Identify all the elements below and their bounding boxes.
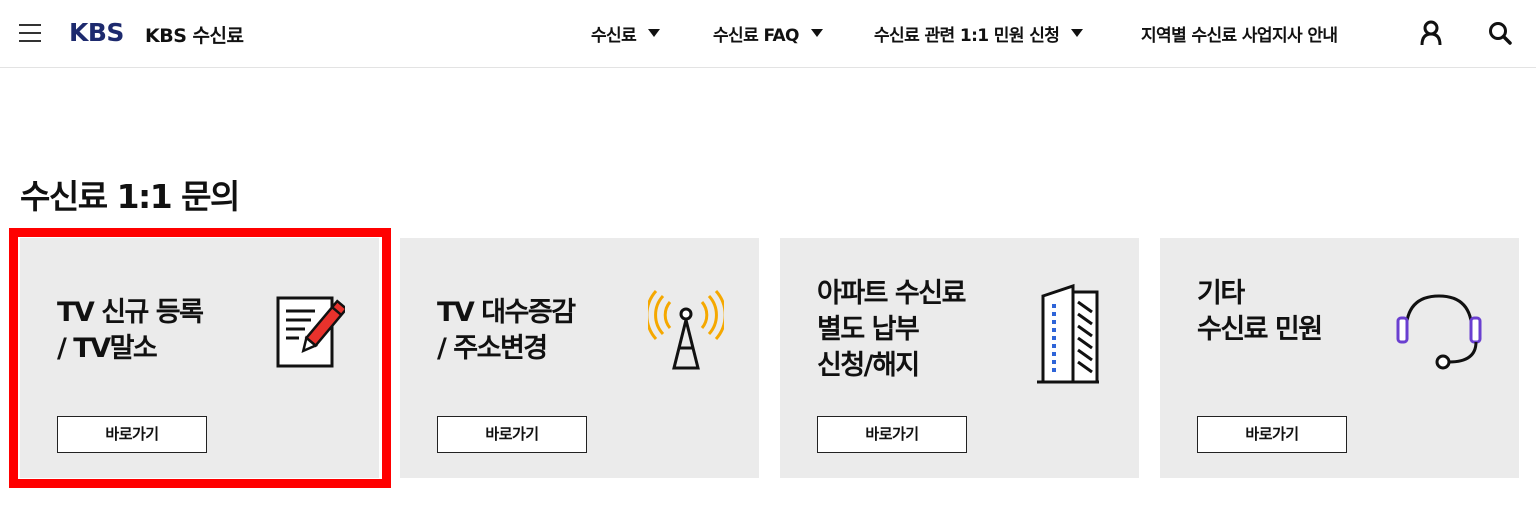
site-title[interactable]: KBS 수신료 xyxy=(145,21,244,48)
nav-item-label: 수신료 관련 1:1 민원 신청 xyxy=(874,25,1060,46)
card-title: 아파트 수신료 별도 납부 신청/해지 xyxy=(817,278,966,381)
caret-down-icon xyxy=(810,29,823,37)
card-title: TV 신규 등록 / TV말소 xyxy=(57,297,204,364)
go-button[interactable]: 바로가기 xyxy=(437,416,587,453)
headset-icon xyxy=(1394,292,1484,374)
site-header: KBS KBS 수신료 수신료 수신료 FAQ 수신료 관련 1:1 민원 신청… xyxy=(0,0,1536,68)
card-tv-registration[interactable]: TV 신규 등록 / TV말소 바로가기 xyxy=(20,238,379,478)
go-button[interactable]: 바로가기 xyxy=(57,416,207,453)
card-apartment-fee[interactable]: 아파트 수신료 별도 납부 신청/해지 바로가기 xyxy=(780,238,1139,478)
go-button[interactable]: 바로가기 xyxy=(1197,416,1347,453)
menu-icon[interactable] xyxy=(19,24,41,42)
nav-item-regional-office[interactable]: 지역별 수신료 사업지사 안내 xyxy=(1141,21,1338,46)
card-other-complaints[interactable]: 기타 수신료 민원 바로가기 xyxy=(1160,238,1519,478)
caret-down-icon xyxy=(1071,29,1084,37)
pencil-document-icon xyxy=(275,293,349,375)
go-button[interactable]: 바로가기 xyxy=(817,416,967,453)
nav-item-label: 수신료 xyxy=(591,25,637,46)
card-tv-count-address[interactable]: TV 대수증감 / 주소변경 바로가기 xyxy=(400,238,759,478)
nav-item-label: 지역별 수신료 사업지사 안내 xyxy=(1141,25,1338,46)
apartment-building-icon xyxy=(1035,282,1101,390)
card-title: 기타 수신료 민원 xyxy=(1197,278,1323,345)
page-title: 수신료 1:1 문의 xyxy=(20,177,240,216)
nav-item-label: 수신료 FAQ xyxy=(713,25,800,46)
user-icon[interactable] xyxy=(1418,20,1444,46)
nav-item-faq[interactable]: 수신료 FAQ xyxy=(713,21,823,46)
nav-item-fee[interactable]: 수신료 xyxy=(591,21,661,46)
caret-down-icon xyxy=(648,29,661,37)
card-title: TV 대수증감 / 주소변경 xyxy=(437,297,576,364)
search-icon[interactable] xyxy=(1487,20,1513,46)
nav-item-complaint[interactable]: 수신료 관련 1:1 민원 신청 xyxy=(874,21,1084,46)
kbs-logo[interactable]: KBS xyxy=(69,18,124,47)
antenna-tower-icon xyxy=(645,290,727,376)
